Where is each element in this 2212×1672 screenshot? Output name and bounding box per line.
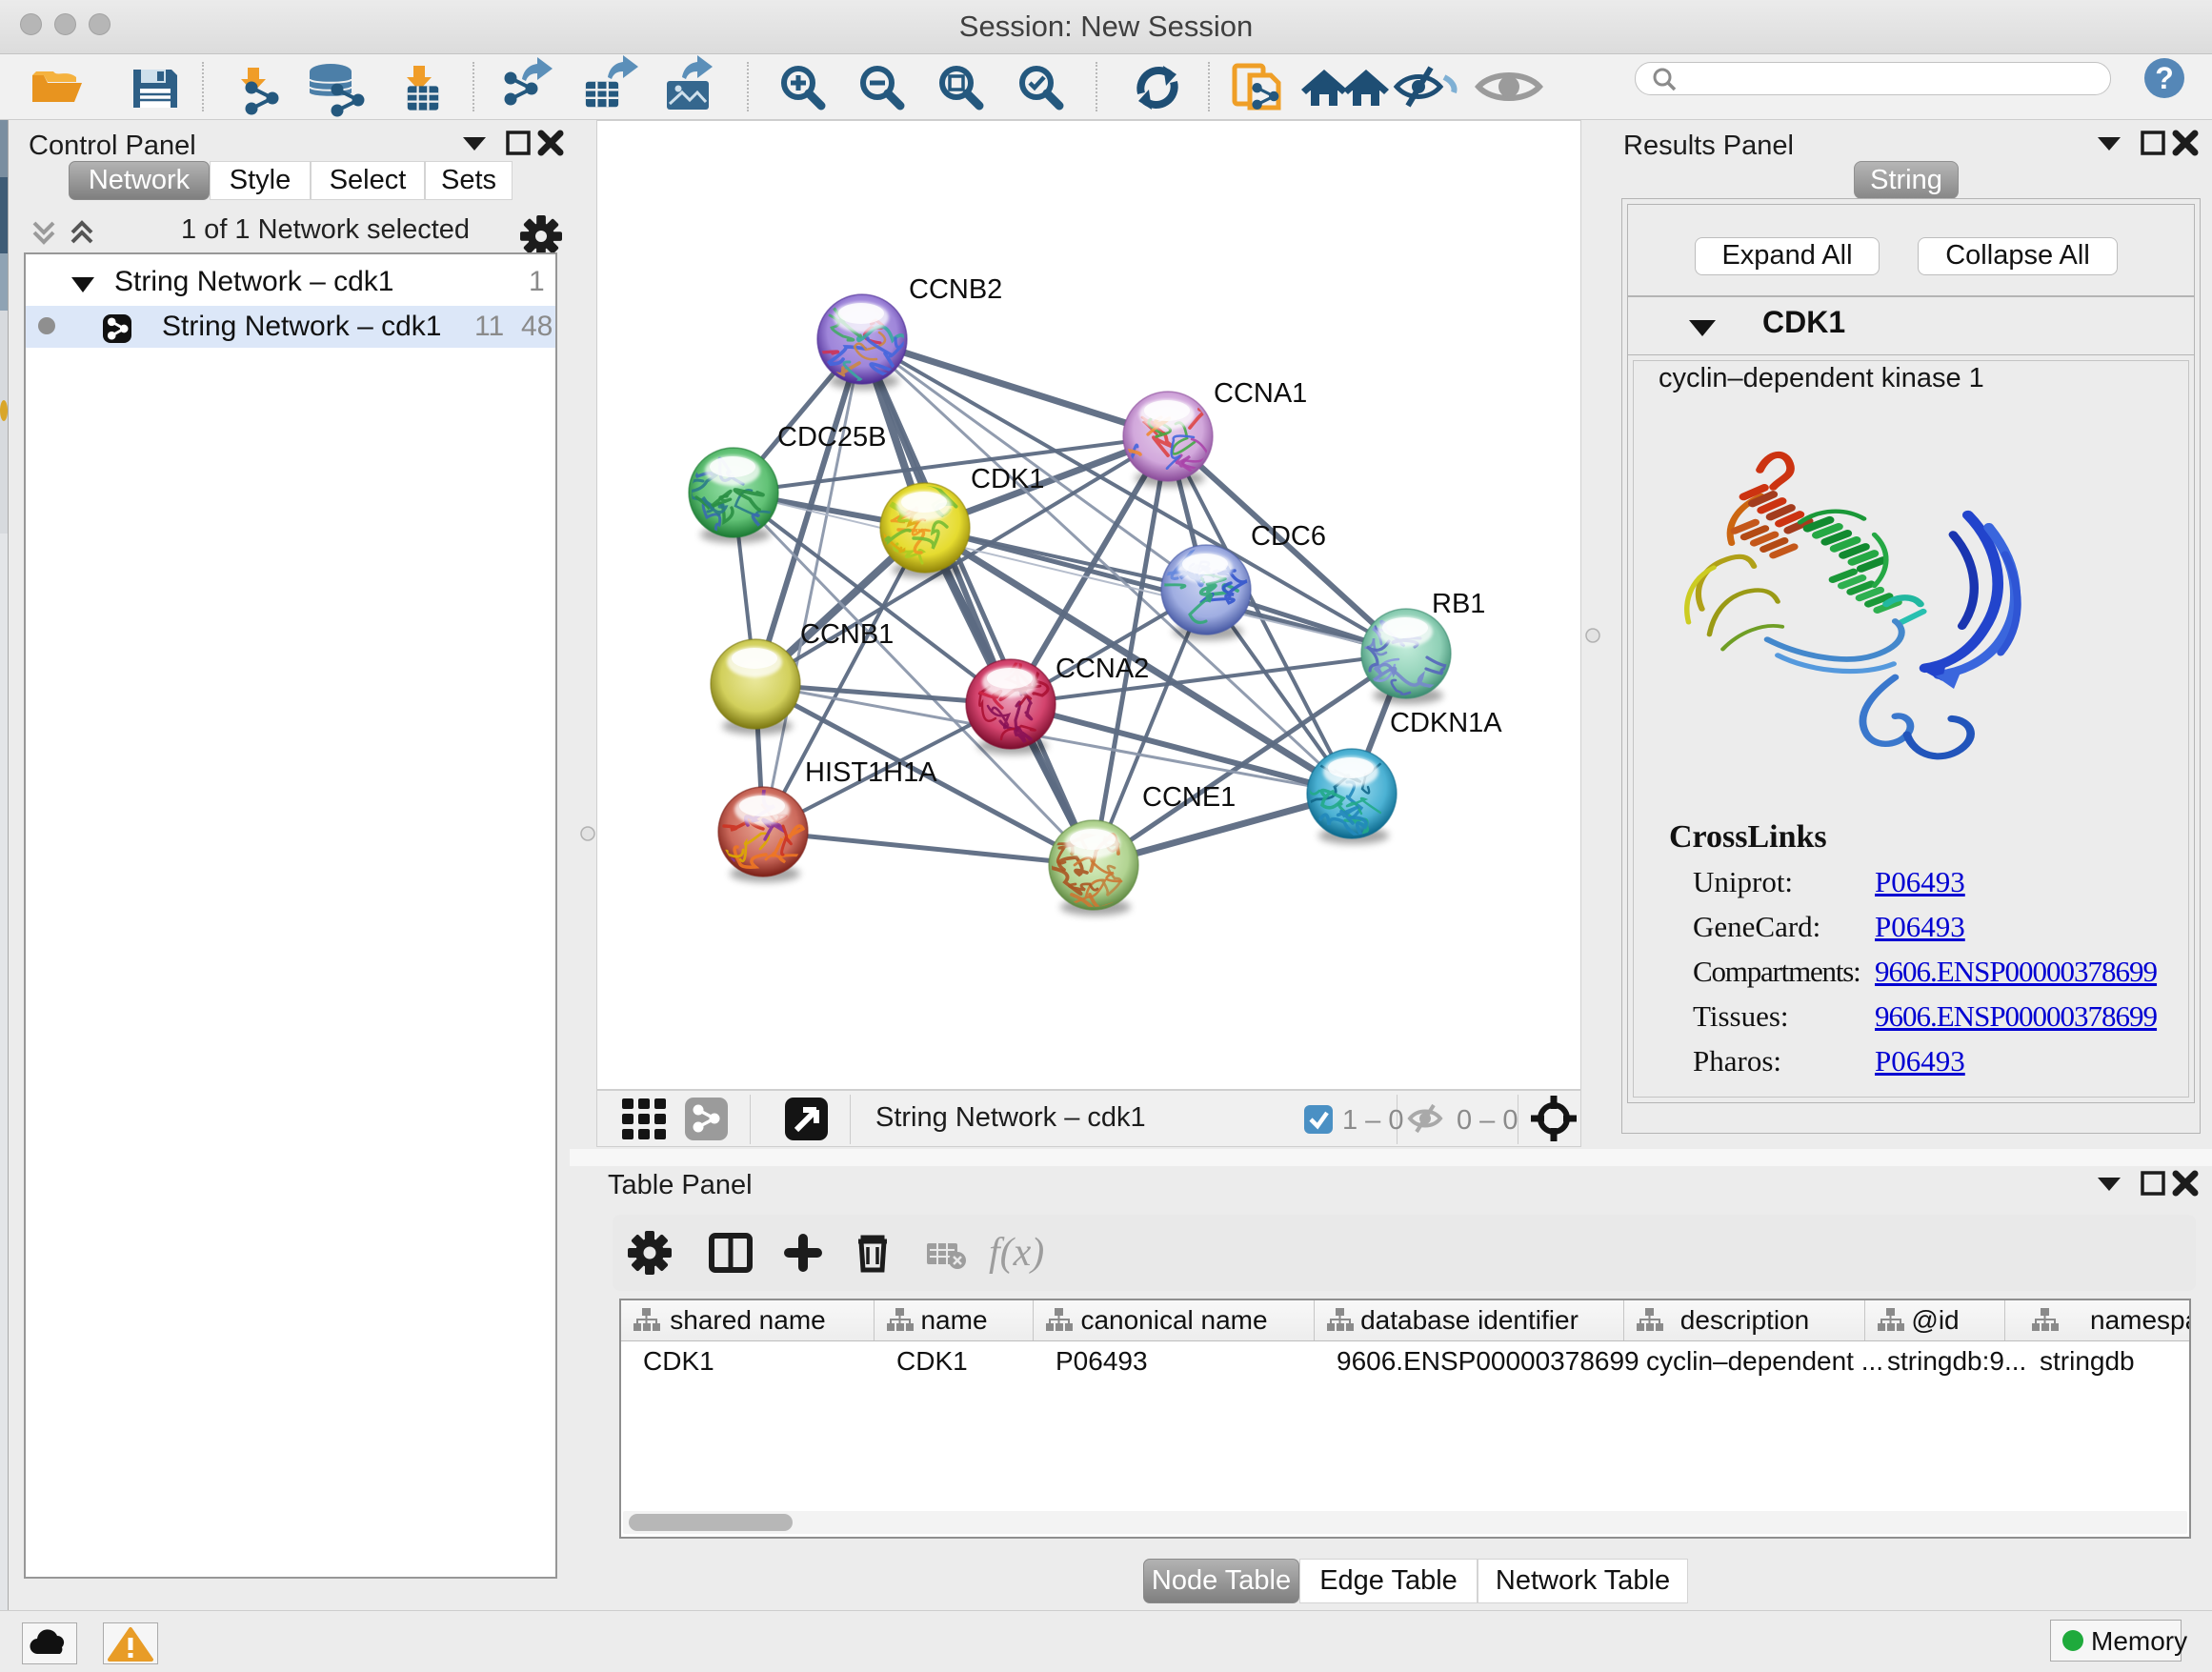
svg-text:0 – 0: 0 – 0 <box>1457 1105 1518 1136</box>
svg-text:CCNE1: CCNE1 <box>1142 782 1236 813</box>
svg-text:CCNB2: CCNB2 <box>909 274 1002 305</box>
svg-text:CDC6: CDC6 <box>1251 521 1326 552</box>
svg-text:CDKN1A: CDKN1A <box>1390 708 1502 738</box>
svg-text:CDC25B: CDC25B <box>777 422 886 453</box>
svg-text:f(x): f(x) <box>989 1231 1044 1275</box>
svg-text:1 – 0: 1 – 0 <box>1342 1105 1404 1136</box>
svg-text:CCNA1: CCNA1 <box>1214 378 1307 409</box>
svg-text:RB1: RB1 <box>1432 589 1485 619</box>
svg-text:CCNB1: CCNB1 <box>800 619 894 650</box>
svg-text:CDK1: CDK1 <box>971 464 1044 494</box>
svg-text:?: ? <box>2155 61 2174 95</box>
svg-text:CCNA2: CCNA2 <box>1056 654 1149 684</box>
svg-text:HIST1H1A: HIST1H1A <box>805 757 937 788</box>
